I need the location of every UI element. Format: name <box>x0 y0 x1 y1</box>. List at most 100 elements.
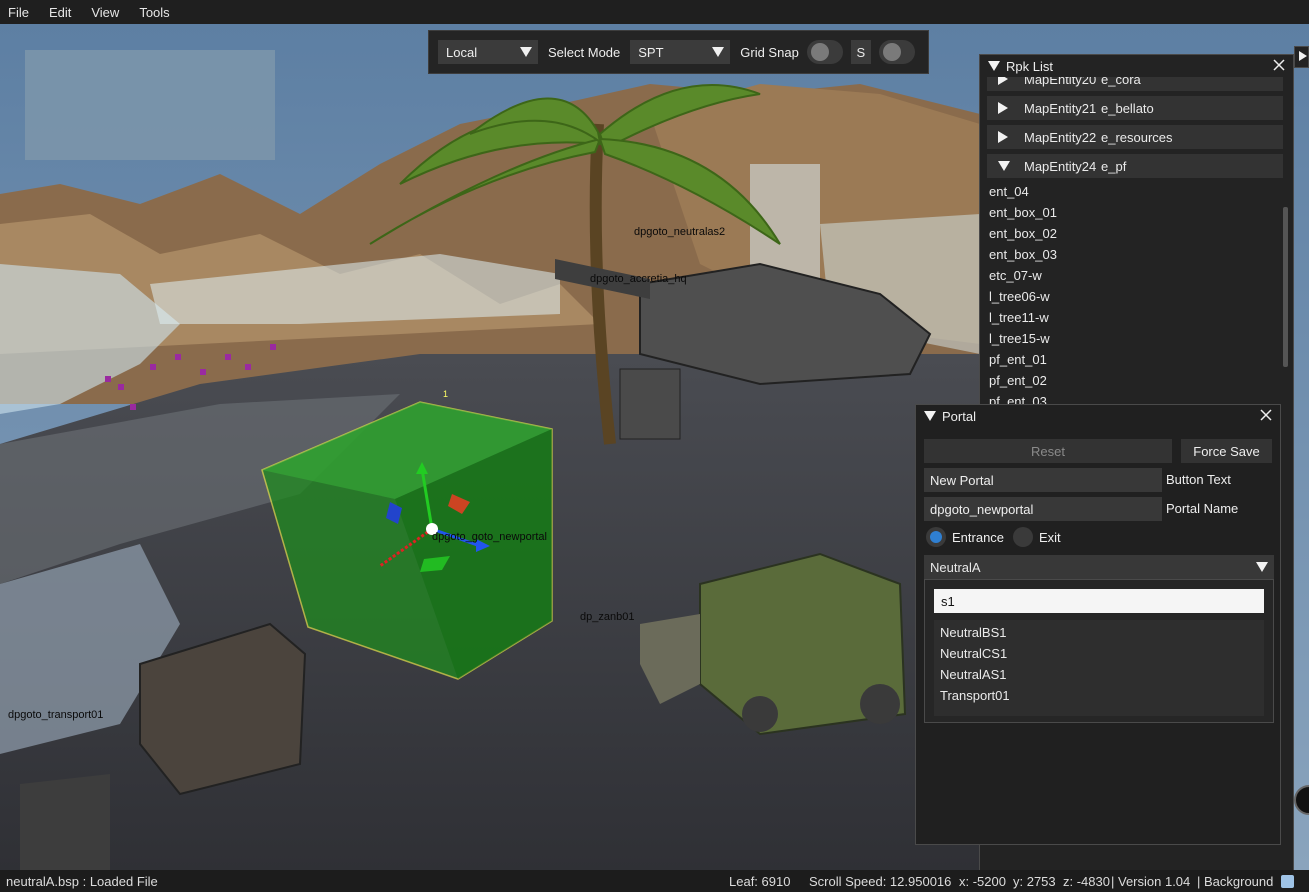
select-mode-label: Select Mode <box>548 44 621 60</box>
scene-label-newportal[interactable]: dpgoto_goto_newportal <box>432 531 547 543</box>
grid-snap-toggle[interactable] <box>806 40 843 64</box>
tree-node-mapentity20[interactable]: MapEntity20 e_cora <box>987 77 1283 91</box>
tree-node-id: MapEntity21 <box>1024 100 1097 116</box>
rpk-list-scrollbar[interactable] <box>1283 207 1288 367</box>
scene-label-accretia-hq[interactable]: dpgoto_accretia_hq <box>590 273 687 285</box>
portal-title: Portal <box>942 408 976 424</box>
button-text-label: Button Text <box>1166 472 1231 487</box>
map-select-popup: s1 NeutralBS1 NeutralCS1 NeutralAS1 Tran… <box>924 579 1274 723</box>
list-item[interactable]: ent_box_02 <box>989 226 1057 241</box>
background-checkbox[interactable] <box>1281 875 1294 888</box>
list-item[interactable]: l_tree06-w <box>989 289 1050 304</box>
chevron-down-icon <box>1256 562 1268 572</box>
entrance-label[interactable]: Entrance <box>952 530 1004 545</box>
chevron-down-icon <box>520 47 532 57</box>
scene-label-transport01[interactable]: dpgoto_transport01 <box>8 709 103 721</box>
status-y: y: 2753 <box>1013 874 1056 889</box>
map-option[interactable]: Transport01 <box>940 688 1010 703</box>
list-item[interactable]: etc_07-w <box>989 268 1042 283</box>
portal-name-value: dpgoto_newportal <box>930 501 1034 517</box>
tree-node-mapentity21[interactable]: MapEntity21 e_bellato <box>987 96 1283 120</box>
tree-node-id: MapEntity24 <box>1024 158 1097 174</box>
tree-node-id: MapEntity22 <box>1024 129 1097 145</box>
tree-node-id: MapEntity20 <box>1024 77 1097 87</box>
status-bar: neutralA.bsp : Loaded File Leaf: 6910 Sc… <box>0 870 1309 892</box>
map-option-list: NeutralBS1 NeutralCS1 NeutralAS1 Transpo… <box>934 620 1264 716</box>
portal-panel: Portal Reset Force Save New Portal Butto… <box>915 404 1281 845</box>
status-version: | Version 1.04 <box>1111 874 1191 889</box>
menu-bar: File Edit View Tools <box>0 0 1309 24</box>
grid-snap-label: Grid Snap <box>740 44 799 60</box>
force-save-button-label: Force Save <box>1193 443 1260 459</box>
select-mode-value: SPT <box>638 44 664 60</box>
close-icon[interactable] <box>1260 409 1272 421</box>
close-icon[interactable] <box>1273 59 1285 71</box>
minimap[interactable] <box>25 50 275 160</box>
status-z: z: -4830 <box>1063 874 1110 889</box>
map-select[interactable]: NeutralA <box>924 555 1274 579</box>
space-combo[interactable]: Local <box>438 40 538 64</box>
status-leaf: Leaf: 6910 <box>729 874 791 889</box>
expand-icon[interactable] <box>998 77 1008 85</box>
list-item[interactable]: l_tree15-w <box>989 331 1050 346</box>
exit-label[interactable]: Exit <box>1039 530 1061 545</box>
s-button[interactable]: S <box>850 40 871 64</box>
map-option[interactable]: NeutralCS1 <box>940 646 1007 661</box>
button-text-value: New Portal <box>930 472 994 488</box>
map-option[interactable]: NeutralBS1 <box>940 625 1006 640</box>
exit-radio[interactable] <box>1013 527 1033 547</box>
portal-name-label: Portal Name <box>1166 501 1239 516</box>
scene-label-zanb01[interactable]: dp_zanb01 <box>580 611 634 623</box>
gizmo-axis-label: 1 <box>443 389 449 399</box>
chevron-down-icon <box>712 47 725 57</box>
tree-node-name: e_cora <box>1101 77 1141 87</box>
list-item[interactable]: l_tree11-w <box>989 310 1049 325</box>
status-scroll-speed: Scroll Speed: 12.950016 <box>809 874 952 889</box>
menu-view[interactable]: View <box>91 5 119 20</box>
list-item[interactable]: pf_ent_01 <box>989 352 1047 367</box>
collapsed-panel-tab[interactable] <box>1294 46 1309 68</box>
force-save-button[interactable]: Force Save <box>1181 439 1272 463</box>
select-mode-combo[interactable]: SPT <box>630 40 731 64</box>
rpk-list-titlebar[interactable]: Rpk List <box>980 55 1293 77</box>
portal-name-input[interactable]: dpgoto_newportal <box>924 497 1162 521</box>
menu-edit[interactable]: Edit <box>49 5 71 20</box>
tree-node-name: e_pf <box>1101 158 1127 174</box>
map-option[interactable]: NeutralAS1 <box>940 667 1006 682</box>
status-background-label: | Background <box>1197 874 1274 889</box>
map-select-value: NeutralA <box>930 559 981 575</box>
entrance-radio[interactable] <box>926 527 946 547</box>
portal-titlebar[interactable]: Portal <box>916 405 1280 427</box>
list-item[interactable]: ent_box_03 <box>989 247 1057 262</box>
expand-icon[interactable] <box>1299 51 1307 61</box>
list-item[interactable]: ent_box_01 <box>989 205 1057 220</box>
button-text-input[interactable]: New Portal <box>924 468 1162 492</box>
toggle-knob <box>810 43 829 61</box>
s-button-label: S <box>856 44 866 60</box>
space-combo-value: Local <box>446 44 478 60</box>
s-toggle[interactable] <box>878 40 915 64</box>
list-item[interactable]: pf_ent_02 <box>989 373 1047 388</box>
expand-icon[interactable] <box>998 131 1008 143</box>
map-search-value: s1 <box>941 593 955 609</box>
status-x: x: -5200 <box>959 874 1006 889</box>
tree-node-name: e_bellato <box>1101 100 1154 116</box>
collapse-icon[interactable] <box>924 411 936 421</box>
map-search-input[interactable]: s1 <box>934 589 1264 613</box>
tree-node-mapentity22[interactable]: MapEntity22 e_resources <box>987 125 1283 149</box>
collapse-icon[interactable] <box>998 161 1010 171</box>
rpk-list-title: Rpk List <box>1006 58 1053 74</box>
reset-button[interactable]: Reset <box>924 439 1172 463</box>
tree-node-mapentity24[interactable]: MapEntity24 e_pf <box>987 154 1283 178</box>
toggle-knob <box>882 43 901 61</box>
status-file: neutralA.bsp : Loaded File <box>6 874 158 889</box>
scene-label-neutralas2[interactable]: dpgoto_neutralas2 <box>634 226 725 238</box>
list-item[interactable]: ent_04 <box>989 184 1029 199</box>
viewport-toolbar: Local Select Mode SPT Grid Snap S <box>428 30 929 74</box>
menu-tools[interactable]: Tools <box>139 5 169 20</box>
menu-file[interactable]: File <box>8 5 29 20</box>
reset-button-label: Reset <box>1031 443 1065 459</box>
collapse-icon[interactable] <box>988 61 1000 71</box>
expand-icon[interactable] <box>998 102 1008 114</box>
tree-node-name: e_resources <box>1101 129 1173 145</box>
